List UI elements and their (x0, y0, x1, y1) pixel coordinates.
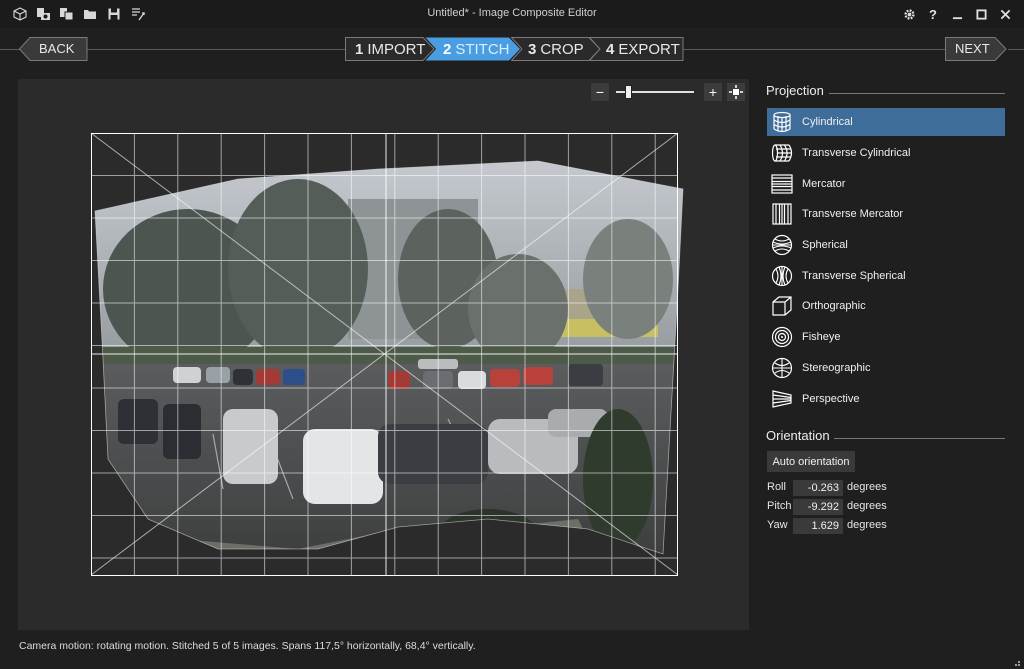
step-label: STITCH (455, 40, 510, 58)
projection-mercator[interactable]: Mercator (767, 170, 1005, 198)
step-crop[interactable]: 3 CROP (511, 37, 601, 61)
yaw-unit: degrees (847, 519, 887, 531)
yaw-label: Yaw (767, 519, 788, 531)
step-label: IMPORT (367, 40, 426, 58)
zoom-out-button[interactable]: − (591, 83, 609, 101)
projection-spherical[interactable]: Spherical (767, 231, 1005, 259)
projection-label: Perspective (802, 393, 860, 405)
step-export[interactable]: 4 EXPORT (589, 37, 684, 61)
step-stitch[interactable]: 2 STITCH (425, 37, 521, 61)
title-bar: Untitled* - Image Composite Editor ? (0, 0, 1024, 28)
roll-row: Roll -0.263 degrees (767, 480, 967, 496)
pitch-row: Pitch -9.292 degrees (767, 499, 967, 515)
zoom-slider-thumb[interactable] (625, 85, 632, 99)
auto-orientation-label: Auto orientation (772, 455, 850, 468)
auto-orientation-button[interactable]: Auto orientation (767, 451, 855, 472)
orientation-divider (834, 438, 1005, 439)
minimize-button[interactable] (947, 4, 967, 24)
stereographic-icon (769, 355, 795, 381)
projection-label: Cylindrical (802, 116, 853, 128)
step-number: 4 (606, 40, 615, 58)
projection-perspective[interactable]: Perspective (767, 385, 1005, 413)
yaw-row: Yaw 1.629 degrees (767, 518, 967, 534)
spherical-icon (769, 232, 795, 258)
fisheye-icon (769, 324, 795, 350)
pitch-unit: degrees (847, 500, 887, 512)
projection-fisheye[interactable]: Fisheye (767, 323, 1005, 351)
resize-grip-icon[interactable] (1011, 656, 1021, 666)
orientation-heading: Orientation (766, 428, 830, 443)
transverse-spherical-icon (769, 263, 795, 289)
orthographic-icon (769, 293, 795, 319)
panorama-preview[interactable] (18, 79, 749, 630)
projection-stereographic[interactable]: Stereographic (767, 354, 1005, 382)
projection-label: Mercator (802, 178, 846, 190)
pitch-input[interactable]: -9.292 (793, 499, 843, 515)
projection-label: Transverse Mercator (802, 208, 904, 220)
step-label: EXPORT (618, 40, 680, 58)
step-label: CROP (540, 40, 584, 58)
roll-input[interactable]: -0.263 (793, 480, 843, 496)
roll-label: Roll (767, 481, 786, 493)
zoom-slider[interactable] (616, 85, 696, 99)
yaw-input[interactable]: 1.629 (793, 518, 843, 534)
status-bar: Camera motion: rotating motion. Stitched… (19, 640, 476, 652)
projection-label: Transverse Cylindrical (802, 147, 911, 159)
zoom-out-label: − (595, 84, 605, 100)
step-import[interactable]: 1 IMPORT (345, 37, 435, 61)
wizard-nav: BACK 1 IMPORT 2 STITCH 3 CROP 4 EXPORT NEXT (0, 28, 1024, 70)
projection-label: Stereographic (802, 362, 871, 374)
projection-orthographic[interactable]: Orthographic (767, 292, 1005, 320)
projection-transverse-mercator[interactable]: Transverse Mercator (767, 200, 1005, 228)
pitch-label: Pitch (767, 500, 792, 512)
projection-transverse-cylindrical[interactable]: Transverse Cylindrical (767, 139, 1005, 167)
zoom-in-button[interactable]: + (704, 83, 722, 101)
back-button[interactable]: BACK (19, 37, 88, 61)
preview-canvas[interactable] (18, 79, 749, 630)
projection-label: Spherical (802, 239, 848, 251)
projection-divider (829, 93, 1005, 94)
perspective-icon (769, 386, 795, 412)
projection-label: Transverse Spherical (802, 270, 906, 282)
step-number: 3 (528, 40, 537, 58)
transverse-cylindrical-icon (769, 140, 795, 166)
projection-label: Orthographic (802, 300, 866, 312)
roll-unit: degrees (847, 481, 887, 493)
step-number: 2 (443, 40, 452, 58)
next-label: NEXT (955, 41, 990, 56)
projection-heading: Projection (766, 83, 824, 98)
settings-icon[interactable] (899, 4, 919, 24)
mercator-icon (769, 171, 795, 197)
cylindrical-icon (769, 109, 795, 135)
projection-label: Fisheye (802, 331, 841, 343)
step-number: 1 (355, 40, 364, 58)
transverse-mercator-icon (769, 201, 795, 227)
zoom-in-label: + (708, 84, 718, 100)
window-title: Untitled* - Image Composite Editor (427, 7, 597, 19)
fit-to-window-icon[interactable] (727, 83, 745, 101)
maximize-button[interactable] (971, 4, 991, 24)
projection-transverse-spherical[interactable]: Transverse Spherical (767, 262, 1005, 290)
back-label: BACK (39, 41, 75, 56)
close-button[interactable] (995, 4, 1015, 24)
next-button[interactable]: NEXT (945, 37, 1007, 61)
projection-cylindrical[interactable]: Cylindrical (767, 108, 1005, 136)
help-icon[interactable]: ? (923, 4, 943, 24)
